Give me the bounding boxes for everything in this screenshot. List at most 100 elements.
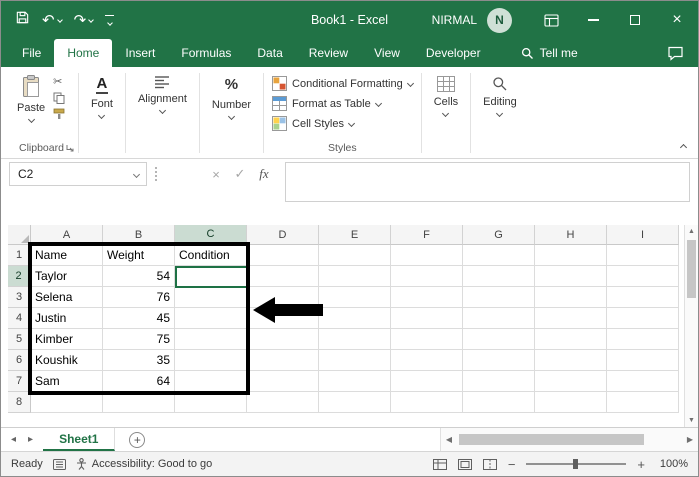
alignment-button[interactable]: Alignment	[132, 70, 193, 115]
cell-F8[interactable]	[391, 392, 463, 413]
row-header-7[interactable]: 7	[8, 371, 31, 392]
cell-C4[interactable]	[175, 308, 247, 329]
cell-A4[interactable]: Justin	[31, 308, 103, 329]
cell-F2[interactable]	[391, 266, 463, 287]
normal-view-button[interactable]	[432, 458, 447, 470]
cell-B4[interactable]: 45	[103, 308, 175, 329]
cell-I4[interactable]	[607, 308, 679, 329]
confirm-entry-button[interactable]: ✓	[229, 164, 251, 184]
row-header-5[interactable]: 5	[8, 329, 31, 350]
tab-view[interactable]: View	[361, 39, 413, 67]
cell-A2[interactable]: Taylor	[31, 266, 103, 287]
horizontal-scrollbar[interactable]: ◀ ▶	[440, 428, 698, 451]
cell-H3[interactable]	[535, 287, 607, 308]
cell-D8[interactable]	[247, 392, 319, 413]
name-box-resize-handle[interactable]	[155, 167, 157, 181]
cell-F4[interactable]	[391, 308, 463, 329]
previous-sheet-button[interactable]: ◂	[11, 434, 16, 445]
column-header-C[interactable]: C	[175, 225, 247, 245]
number-button[interactable]: % Number	[206, 70, 257, 121]
cell-H8[interactable]	[535, 392, 607, 413]
column-header-H[interactable]: H	[535, 225, 607, 245]
row-header-8[interactable]: 8	[8, 392, 31, 413]
cell-I1[interactable]	[607, 245, 679, 266]
undo-button[interactable]: ↶	[42, 13, 63, 28]
cell-I7[interactable]	[607, 371, 679, 392]
chevron-down-icon[interactable]	[132, 170, 141, 178]
cells-button[interactable]: Cells	[428, 70, 464, 118]
cut-button[interactable]: ✂	[53, 76, 65, 88]
page-layout-view-button[interactable]	[457, 458, 472, 470]
horizontal-scroll-thumb[interactable]	[459, 434, 644, 445]
cell-G3[interactable]	[463, 287, 535, 308]
cell-A7[interactable]: Sam	[31, 371, 103, 392]
font-button[interactable]: A Font	[85, 70, 119, 120]
save-button[interactable]	[15, 10, 30, 30]
name-box[interactable]: C2	[9, 162, 147, 186]
cell-C5[interactable]	[175, 329, 247, 350]
cell-C3[interactable]	[175, 287, 247, 308]
cell-G1[interactable]	[463, 245, 535, 266]
row-header-1[interactable]: 1	[8, 245, 31, 266]
cell-I6[interactable]	[607, 350, 679, 371]
cell-E8[interactable]	[319, 392, 391, 413]
collapse-ribbon-button[interactable]	[679, 143, 688, 152]
column-header-G[interactable]: G	[463, 225, 535, 245]
avatar[interactable]: N	[487, 7, 512, 33]
cell-G2[interactable]	[463, 266, 535, 287]
tab-formulas[interactable]: Formulas	[168, 39, 244, 67]
cell-B8[interactable]	[103, 392, 175, 413]
cell-H4[interactable]	[535, 308, 607, 329]
sheet-tab-sheet1[interactable]: Sheet1	[43, 428, 116, 451]
macro-record-button[interactable]	[52, 458, 66, 470]
column-header-B[interactable]: B	[103, 225, 175, 245]
cancel-entry-button[interactable]: ×	[205, 164, 227, 184]
cell-B2[interactable]: 54	[103, 266, 175, 287]
cell-D6[interactable]	[247, 350, 319, 371]
next-sheet-button[interactable]: ▸	[28, 434, 33, 445]
chevron-down-icon[interactable]	[88, 17, 94, 23]
cell-F5[interactable]	[391, 329, 463, 350]
new-sheet-button[interactable]: +	[129, 431, 146, 448]
cell-B7[interactable]: 64	[103, 371, 175, 392]
minimize-button[interactable]	[572, 1, 614, 39]
zoom-level[interactable]: 100%	[656, 458, 688, 470]
cell-B3[interactable]: 76	[103, 287, 175, 308]
column-header-F[interactable]: F	[391, 225, 463, 245]
cell-E5[interactable]	[319, 329, 391, 350]
cell-I8[interactable]	[607, 392, 679, 413]
cell-D7[interactable]	[247, 371, 319, 392]
row-header-2[interactable]: 2	[8, 266, 31, 287]
cell-G7[interactable]	[463, 371, 535, 392]
cell-E1[interactable]	[319, 245, 391, 266]
tab-file[interactable]: File	[9, 39, 54, 67]
ribbon-display-options-button[interactable]	[530, 1, 572, 39]
vertical-scrollbar[interactable]: ▲ ▼	[684, 225, 698, 427]
zoom-slider[interactable]	[526, 459, 627, 469]
user-name[interactable]: NIRMAL	[432, 13, 477, 27]
editing-button[interactable]: Editing	[477, 70, 523, 118]
cell-I3[interactable]	[607, 287, 679, 308]
cell-D2[interactable]	[247, 266, 319, 287]
format-painter-button[interactable]	[53, 108, 65, 120]
format-as-table-button[interactable]: Format as Table	[270, 95, 415, 112]
column-header-A[interactable]: A	[31, 225, 103, 245]
column-header-E[interactable]: E	[319, 225, 391, 245]
scroll-left-icon[interactable]: ◀	[441, 428, 457, 451]
tab-home[interactable]: Home	[54, 39, 113, 67]
cell-C1[interactable]: Condition	[175, 245, 247, 266]
insert-function-button[interactable]: fx	[253, 164, 275, 184]
scroll-down-icon[interactable]: ▼	[685, 414, 698, 427]
cell-A8[interactable]	[31, 392, 103, 413]
tab-developer[interactable]: Developer	[413, 39, 494, 67]
cell-G5[interactable]	[463, 329, 535, 350]
cell-B5[interactable]: 75	[103, 329, 175, 350]
cell-F1[interactable]	[391, 245, 463, 266]
column-header-I[interactable]: I	[607, 225, 679, 245]
cell-C8[interactable]	[175, 392, 247, 413]
tab-insert[interactable]: Insert	[112, 39, 168, 67]
copy-button[interactable]	[53, 92, 65, 104]
maximize-button[interactable]	[614, 1, 656, 39]
cell-F3[interactable]	[391, 287, 463, 308]
comments-button[interactable]	[667, 39, 698, 67]
